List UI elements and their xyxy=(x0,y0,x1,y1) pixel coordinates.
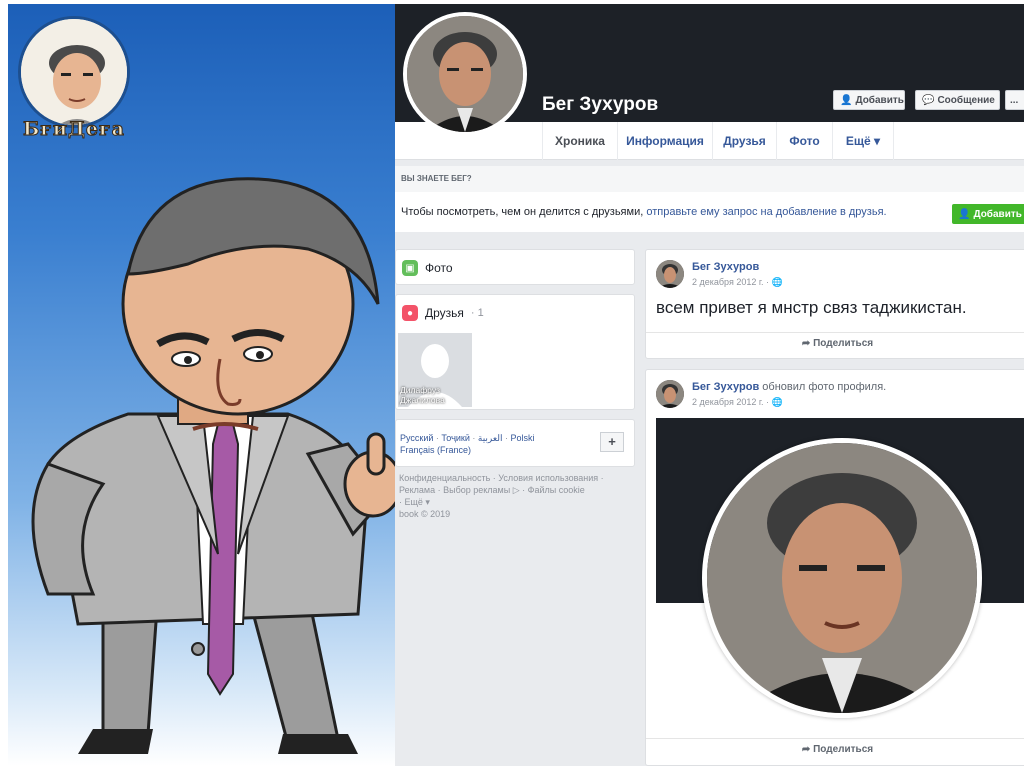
post-text: всем привет я мнстр связ таджикистан. xyxy=(656,298,967,317)
friends-count: · 1 xyxy=(470,307,484,319)
photos-card[interactable]: ▣ Фото xyxy=(395,249,635,285)
add-language-button[interactable]: + xyxy=(600,432,624,452)
tab-photos[interactable]: Фото xyxy=(776,122,832,160)
post-header: Бег Зухуров обновил фото профиля. xyxy=(692,381,886,393)
profile-name: Бег Зухуров xyxy=(542,94,659,115)
lang-french[interactable]: Français (France) xyxy=(400,445,471,455)
add-friend-green-button[interactable]: 👤 Добавить xyxy=(952,204,1024,224)
share-button[interactable]: ➦ Поделиться xyxy=(646,338,1024,349)
profile-picture[interactable] xyxy=(403,12,527,136)
facebook-profile-panel: Бег Зухуров 👤 Добавить 💬 Сообщение ... Х… xyxy=(395,4,1024,766)
logo-text: БғиДеға xyxy=(23,118,125,141)
caricature-illustration xyxy=(31,177,395,754)
post-date-text: 2 декабря 2012 г. · xyxy=(692,277,770,287)
language-card: Русский · Тоҷикӣ · العربية · Polski Fran… xyxy=(395,419,635,467)
add-friend-button[interactable]: 👤 Добавить xyxy=(833,90,905,110)
language-links: Русский · Тоҷикӣ · العربية · Polski Fran… xyxy=(400,433,535,455)
friends-card: ● Друзья · 1 Дилафруз Джалилова xyxy=(395,294,635,410)
add-friend-icon: 👤 xyxy=(840,94,853,106)
more-options-icon: ... xyxy=(1010,94,1019,106)
globe-icon: 🌐 xyxy=(771,397,783,407)
share-button[interactable]: ➦ Поделиться xyxy=(646,744,1024,755)
logo-avatar xyxy=(18,16,130,128)
share-icon: ➦ xyxy=(801,744,811,755)
post-avatar[interactable] xyxy=(656,260,684,288)
globe-icon: 🌐 xyxy=(771,277,783,287)
page-footer: Конфиденциальность · Условия использован… xyxy=(399,472,639,520)
post-photo[interactable] xyxy=(656,418,1024,728)
message-button[interactable]: 💬 Сообщение xyxy=(915,90,1000,110)
lang-polish[interactable]: Polski xyxy=(511,433,535,443)
post-date-text: 2 декабря 2012 г. · xyxy=(692,397,770,407)
friends-label[interactable]: Друзья xyxy=(425,306,464,320)
know-him-text: Чтобы посмотреть, чем он делится с друзь… xyxy=(401,206,644,218)
know-him-header: ВЫ ЗНАЕТЕ БЕГ? xyxy=(395,166,1024,192)
add-friend-label: Добавить xyxy=(855,94,904,106)
post-profile-update: Бег Зухуров обновил фото профиля. 2 дека… xyxy=(645,369,1024,766)
share-label: Поделиться xyxy=(813,338,874,349)
more-options-button[interactable]: ... xyxy=(1005,90,1024,110)
post-author[interactable]: Бег Зухуров xyxy=(692,261,759,273)
photos-label: Фото xyxy=(425,261,453,275)
footer-line-3[interactable]: · Ещё ▾ xyxy=(399,496,639,508)
lang-tajik[interactable]: Тоҷикӣ xyxy=(441,433,469,443)
friend-name: Дилафруз Джалилова xyxy=(400,385,445,405)
add-friend-icon: 👤 xyxy=(958,208,971,220)
share-label: Поделиться xyxy=(813,744,874,755)
lang-arabic[interactable]: العربية xyxy=(478,433,503,443)
friend-thumbnail[interactable]: Дилафруз Джалилова xyxy=(398,333,472,407)
add-friend-green-label: Добавить xyxy=(973,208,1022,220)
lang-russian[interactable]: Русский xyxy=(400,433,433,443)
tab-timeline[interactable]: Хроника xyxy=(542,122,617,160)
post-date[interactable]: 2 декабря 2012 г. · 🌐 xyxy=(692,277,783,288)
post-date[interactable]: 2 декабря 2012 г. · 🌐 xyxy=(692,397,783,408)
send-request-link[interactable]: отправьте ему запрос на добавление в дру… xyxy=(646,206,886,218)
tab-friends[interactable]: Друзья xyxy=(712,122,776,160)
know-him-body: Чтобы посмотреть, чем он делится с друзь… xyxy=(395,192,1024,232)
tab-about[interactable]: Информация xyxy=(617,122,712,160)
updated-profile-picture xyxy=(702,438,982,718)
message-icon: 💬 xyxy=(922,94,935,106)
screenshot-root: БғиДеға Бег Зухуров 👤 Добавить 💬 Сообщен… xyxy=(0,0,1024,770)
footer-line-1[interactable]: Конфиденциальность · Условия использован… xyxy=(399,472,639,484)
message-label: Сообщение xyxy=(937,94,995,106)
tab-more[interactable]: Ещё ▾ xyxy=(832,122,894,160)
photo-icon: ▣ xyxy=(402,260,418,276)
share-icon: ➦ xyxy=(801,338,811,349)
post-action: обновил фото профиля. xyxy=(762,381,887,393)
footer-line-2[interactable]: Реклама · Выбор рекламы ▷ · Файлы cookie xyxy=(399,484,639,496)
post-status: Бег Зухуров 2 декабря 2012 г. · 🌐 всем п… xyxy=(645,249,1024,359)
post-avatar[interactable] xyxy=(656,380,684,408)
post-author[interactable]: Бег Зухуров xyxy=(692,381,759,393)
friends-icon: ● xyxy=(402,305,418,321)
copyright: book © 2019 xyxy=(399,509,451,519)
cartoon-panel: БғиДеға xyxy=(8,4,395,766)
